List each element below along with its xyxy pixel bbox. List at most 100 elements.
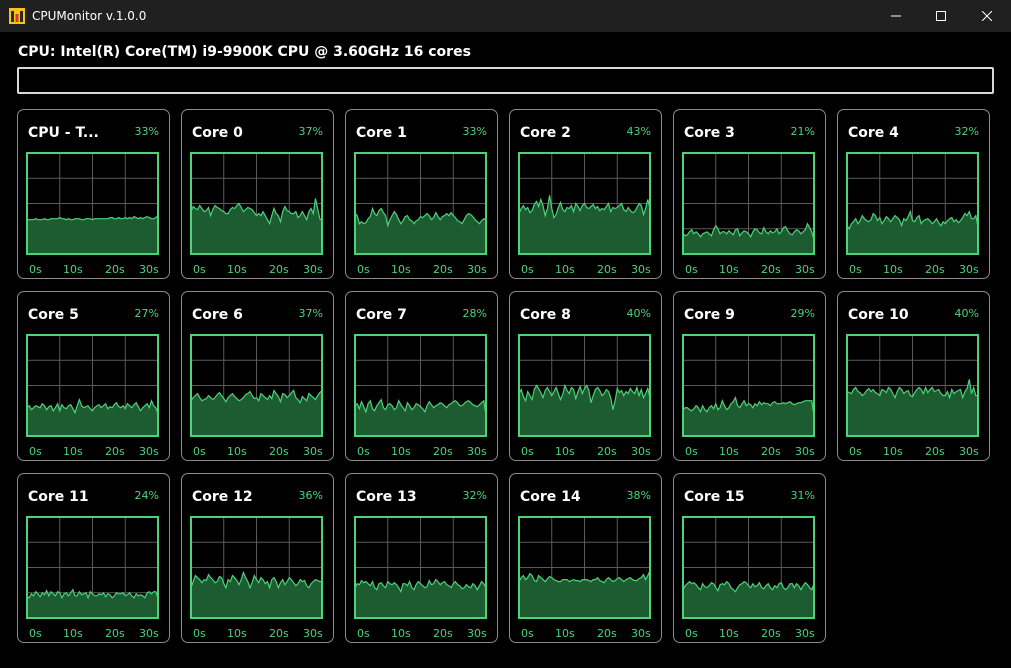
usage-history-graph bbox=[354, 334, 487, 437]
minimize-button[interactable] bbox=[873, 0, 919, 32]
usage-history-graph bbox=[518, 152, 651, 255]
usage-history-graph bbox=[682, 334, 815, 437]
time-axis-tick: 10s bbox=[883, 263, 903, 276]
time-axis-tick: 10s bbox=[391, 263, 411, 276]
core-card: Core 14 38% 0s 10s 20s 30s bbox=[509, 473, 662, 643]
time-axis-tick: 0s bbox=[29, 263, 42, 276]
core-name: Core 4 bbox=[848, 125, 899, 141]
usage-history-graph bbox=[846, 334, 979, 437]
time-axis-tick: 20s bbox=[761, 445, 781, 458]
core-usage-percent: 37% bbox=[298, 307, 323, 320]
time-axis-tick: 20s bbox=[597, 263, 617, 276]
core-card: Core 13 32% 0s 10s 20s 30s bbox=[345, 473, 498, 643]
core-usage-percent: 32% bbox=[462, 489, 487, 502]
core-name: CPU - T... bbox=[28, 125, 99, 141]
time-axis-tick: 30s bbox=[303, 445, 323, 458]
time-axis-tick: 10s bbox=[227, 263, 247, 276]
time-axis-tick: 20s bbox=[269, 445, 289, 458]
core-card: Core 15 31% 0s 10s 20s 30s bbox=[673, 473, 826, 643]
time-axis-tick: 30s bbox=[631, 627, 651, 640]
core-name: Core 14 bbox=[520, 489, 581, 505]
core-usage-percent: 29% bbox=[790, 307, 815, 320]
close-icon bbox=[982, 11, 992, 21]
core-usage-percent: 36% bbox=[298, 489, 323, 502]
usage-history-graph bbox=[190, 334, 323, 437]
time-axis-tick: 30s bbox=[467, 445, 487, 458]
core-usage-percent: 32% bbox=[954, 125, 979, 138]
core-name: Core 1 bbox=[356, 125, 407, 141]
time-axis-tick: 30s bbox=[795, 445, 815, 458]
time-axis-tick: 0s bbox=[29, 445, 42, 458]
time-axis-tick: 30s bbox=[959, 445, 979, 458]
core-name: Core 2 bbox=[520, 125, 571, 141]
time-axis-tick: 0s bbox=[193, 263, 206, 276]
usage-history-graph bbox=[354, 152, 487, 255]
maximize-button[interactable] bbox=[918, 0, 964, 32]
core-name: Core 11 bbox=[28, 489, 89, 505]
time-axis-tick: 30s bbox=[631, 263, 651, 276]
core-name: Core 0 bbox=[192, 125, 243, 141]
usage-area bbox=[27, 215, 158, 254]
core-card: Core 4 32% 0s 10s 20s 30s bbox=[837, 109, 990, 279]
usage-history-graph bbox=[26, 516, 159, 619]
time-axis-tick: 0s bbox=[685, 627, 698, 640]
time-axis-tick: 10s bbox=[227, 445, 247, 458]
time-axis-tick: 0s bbox=[193, 445, 206, 458]
core-usage-percent: 24% bbox=[134, 489, 159, 502]
core-usage-percent: 27% bbox=[134, 307, 159, 320]
core-card: Core 8 40% 0s 10s 20s 30s bbox=[509, 291, 662, 461]
core-usage-percent: 33% bbox=[134, 125, 159, 138]
usage-area bbox=[519, 385, 650, 436]
time-axis-tick: 10s bbox=[227, 627, 247, 640]
usage-history-graph bbox=[26, 152, 159, 255]
core-usage-percent: 43% bbox=[626, 125, 651, 138]
time-axis-tick: 20s bbox=[105, 627, 125, 640]
time-axis-tick: 10s bbox=[719, 627, 739, 640]
usage-history-graph bbox=[682, 516, 815, 619]
time-axis-tick: 10s bbox=[63, 445, 83, 458]
time-axis-tick: 20s bbox=[105, 263, 125, 276]
time-axis-tick: 20s bbox=[925, 263, 945, 276]
core-name: Core 6 bbox=[192, 307, 243, 323]
time-axis-tick: 0s bbox=[521, 445, 534, 458]
time-axis-tick: 30s bbox=[795, 627, 815, 640]
core-name: Core 10 bbox=[848, 307, 909, 323]
core-usage-percent: 38% bbox=[626, 489, 651, 502]
time-axis-tick: 0s bbox=[357, 263, 370, 276]
core-usage-percent: 28% bbox=[462, 307, 487, 320]
core-name: Core 3 bbox=[684, 125, 735, 141]
time-axis-tick: 30s bbox=[139, 627, 159, 640]
time-axis-tick: 0s bbox=[849, 263, 862, 276]
core-name: Core 5 bbox=[28, 307, 79, 323]
time-axis-tick: 10s bbox=[555, 627, 575, 640]
time-axis-tick: 0s bbox=[357, 627, 370, 640]
usage-history-graph bbox=[518, 516, 651, 619]
core-card: Core 3 21% 0s 10s 20s 30s bbox=[673, 109, 826, 279]
core-card: Core 10 40% 0s 10s 20s 30s bbox=[837, 291, 990, 461]
time-axis-tick: 20s bbox=[269, 263, 289, 276]
time-axis-tick: 0s bbox=[685, 263, 698, 276]
usage-history-graph bbox=[846, 152, 979, 255]
core-card: Core 1 33% 0s 10s 20s 30s bbox=[345, 109, 498, 279]
time-axis-tick: 20s bbox=[105, 445, 125, 458]
app-logo-icon bbox=[9, 8, 25, 24]
time-axis-tick: 10s bbox=[391, 627, 411, 640]
close-button[interactable] bbox=[964, 0, 1010, 32]
time-axis-tick: 0s bbox=[193, 627, 206, 640]
core-card: Core 9 29% 0s 10s 20s 30s bbox=[673, 291, 826, 461]
maximize-icon bbox=[936, 11, 946, 21]
time-axis-tick: 30s bbox=[467, 627, 487, 640]
usage-history-graph bbox=[190, 516, 323, 619]
time-axis-tick: 20s bbox=[597, 445, 617, 458]
core-name: Core 8 bbox=[520, 307, 571, 323]
minimize-icon bbox=[891, 15, 901, 17]
time-axis-tick: 0s bbox=[357, 445, 370, 458]
core-usage-percent: 40% bbox=[626, 307, 651, 320]
core-usage-percent: 37% bbox=[298, 125, 323, 138]
core-usage-percent: 31% bbox=[790, 489, 815, 502]
core-usage-percent: 40% bbox=[954, 307, 979, 320]
core-card: Core 11 24% 0s 10s 20s 30s bbox=[17, 473, 170, 643]
time-axis-tick: 30s bbox=[467, 263, 487, 276]
core-name: Core 13 bbox=[356, 489, 417, 505]
core-name: Core 9 bbox=[684, 307, 735, 323]
